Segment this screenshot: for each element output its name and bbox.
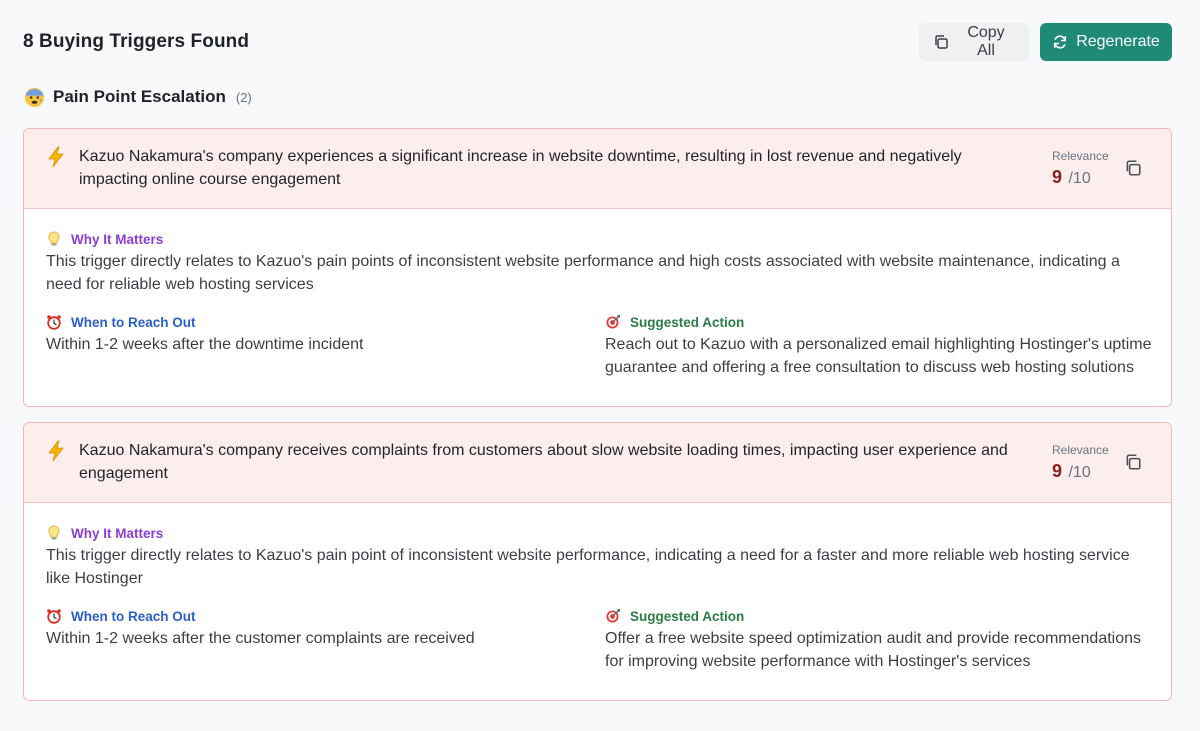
when-text: Within 1-2 weeks after the customer comp… bbox=[46, 630, 475, 647]
trigger-text: Kazuo Nakamura's company experiences a s… bbox=[79, 148, 962, 188]
target-icon bbox=[605, 608, 621, 624]
lightning-bolt-icon bbox=[46, 146, 66, 168]
suggested-action: Suggested Action Offer a free website sp… bbox=[605, 608, 1160, 673]
regenerate-button[interactable]: Regenerate bbox=[1040, 23, 1172, 61]
when-label-text: When to Reach Out bbox=[71, 608, 196, 624]
anxious-face-icon bbox=[23, 86, 45, 108]
light-bulb-icon bbox=[46, 231, 62, 247]
relevance-score: 9 /10 bbox=[1052, 461, 1109, 482]
when-text: Within 1-2 weeks after the downtime inci… bbox=[46, 336, 364, 353]
action-label: Suggested Action bbox=[605, 608, 1160, 624]
category-header: Pain Point Escalation (2) bbox=[23, 86, 252, 108]
header: 8 Buying Triggers Found Copy All Regener… bbox=[23, 23, 1172, 61]
light-bulb-icon bbox=[46, 525, 62, 541]
trigger-header: Kazuo Nakamura's company experiences a s… bbox=[24, 129, 1171, 209]
trigger-text: Kazuo Nakamura's company receives compla… bbox=[79, 442, 1008, 482]
suggested-action: Suggested Action Reach out to Kazuo with… bbox=[605, 314, 1160, 379]
action-label: Suggested Action bbox=[605, 314, 1160, 330]
relevance: Relevance 9 /10 bbox=[1052, 443, 1109, 482]
copy-all-button[interactable]: Copy All bbox=[919, 23, 1029, 61]
action-text: Reach out to Kazuo with a personalized e… bbox=[605, 336, 1152, 376]
score-value: 9 bbox=[1052, 461, 1063, 481]
score-suffix: /10 bbox=[1068, 170, 1091, 187]
copy-trigger-button[interactable] bbox=[1124, 159, 1142, 177]
trigger-card: Kazuo Nakamura's company experiences a s… bbox=[23, 128, 1172, 407]
score-value: 9 bbox=[1052, 167, 1063, 187]
why-label-text: Why It Matters bbox=[71, 525, 164, 541]
why-label: Why It Matters bbox=[46, 231, 1146, 247]
why-it-matters: Why It Matters This trigger directly rel… bbox=[46, 525, 1146, 590]
when-label: When to Reach Out bbox=[46, 314, 566, 330]
alarm-clock-icon bbox=[46, 608, 62, 624]
trigger-card: Kazuo Nakamura's company receives compla… bbox=[23, 422, 1172, 701]
copy-icon bbox=[1126, 160, 1141, 176]
when-to-reach-out: When to Reach Out Within 1-2 weeks after… bbox=[46, 608, 566, 650]
relevance-score: 9 /10 bbox=[1052, 167, 1109, 188]
regenerate-label: Regenerate bbox=[1076, 33, 1160, 50]
relevance-label: Relevance bbox=[1052, 149, 1109, 163]
why-it-matters: Why It Matters This trigger directly rel… bbox=[46, 231, 1146, 296]
category-count: (2) bbox=[235, 89, 252, 105]
category-title: Pain Point Escalation bbox=[53, 87, 226, 106]
trigger-header: Kazuo Nakamura's company receives compla… bbox=[24, 423, 1171, 503]
lightning-bolt-icon bbox=[46, 440, 66, 462]
page-title: 8 Buying Triggers Found bbox=[23, 31, 250, 52]
action-label-text: Suggested Action bbox=[630, 608, 745, 624]
page: 8 Buying Triggers Found Copy All Regener… bbox=[0, 0, 1200, 731]
copy-trigger-button[interactable] bbox=[1124, 453, 1142, 471]
relevance: Relevance 9 /10 bbox=[1052, 149, 1109, 188]
copy-all-label: Copy All bbox=[967, 24, 1005, 59]
relevance-label: Relevance bbox=[1052, 443, 1109, 457]
why-label: Why It Matters bbox=[46, 525, 1146, 541]
header-actions: Copy All Regenerate bbox=[919, 23, 1172, 61]
when-label-text: When to Reach Out bbox=[71, 314, 196, 330]
copy-icon bbox=[933, 34, 949, 50]
score-suffix: /10 bbox=[1068, 464, 1091, 481]
why-text: This trigger directly relates to Kazuo's… bbox=[46, 547, 1130, 587]
action-label-text: Suggested Action bbox=[630, 314, 745, 330]
when-label: When to Reach Out bbox=[46, 608, 566, 624]
why-label-text: Why It Matters bbox=[71, 231, 164, 247]
refresh-icon bbox=[1052, 34, 1068, 50]
when-to-reach-out: When to Reach Out Within 1-2 weeks after… bbox=[46, 314, 566, 356]
alarm-clock-icon bbox=[46, 314, 62, 330]
copy-icon bbox=[1126, 454, 1141, 470]
why-text: This trigger directly relates to Kazuo's… bbox=[46, 253, 1120, 293]
target-icon bbox=[605, 314, 621, 330]
action-text: Offer a free website speed optimization … bbox=[605, 630, 1142, 670]
